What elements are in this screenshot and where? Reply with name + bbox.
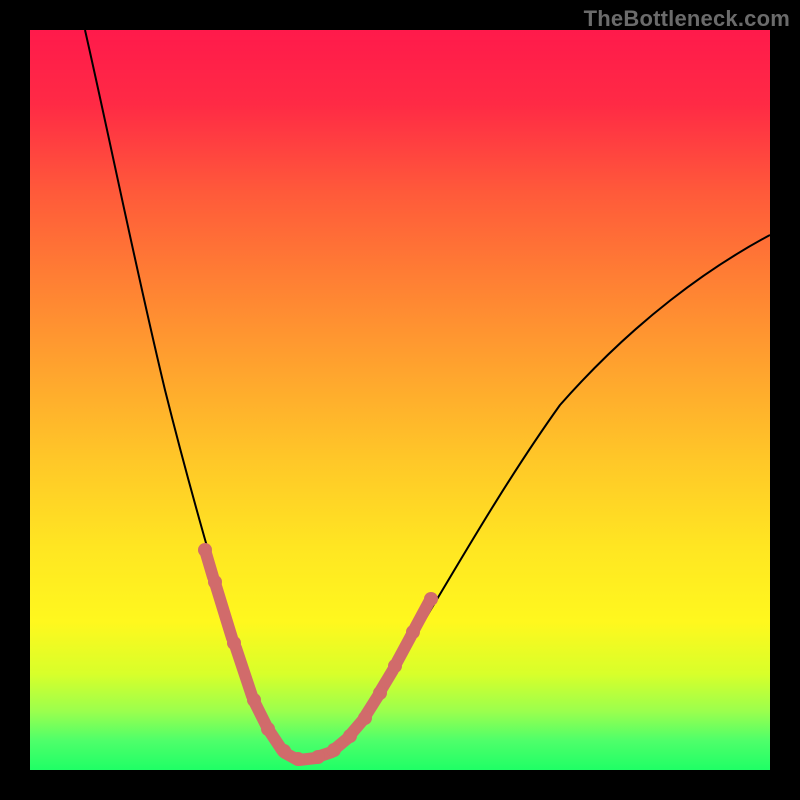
right-curve [300,235,770,760]
overlay-seg [397,636,411,662]
overlay-dot [208,575,222,589]
overlay-dot [327,743,341,757]
overlay-seg [415,602,429,628]
overlay-seg [216,586,232,638]
overlay-dot [261,722,275,736]
left-curve [85,30,300,760]
overlay-dot [358,711,372,725]
overlay-dot [291,752,305,766]
watermark-label: TheBottleneck.com [584,6,790,32]
overlay-dot [373,686,387,700]
overlay-dot [311,750,325,764]
overlay-dot [198,543,212,557]
overlay-dot [424,592,438,606]
overlay-seg [236,648,252,696]
curves-svg [30,30,770,770]
overlay-dot [406,625,420,639]
highlight-overlay [198,543,438,766]
overlay-dot [343,729,357,743]
overlay-dot [388,659,402,673]
overlay-dot [247,693,261,707]
overlay-dot [227,636,241,650]
chart-frame [30,30,770,770]
overlay-dot [277,744,291,758]
